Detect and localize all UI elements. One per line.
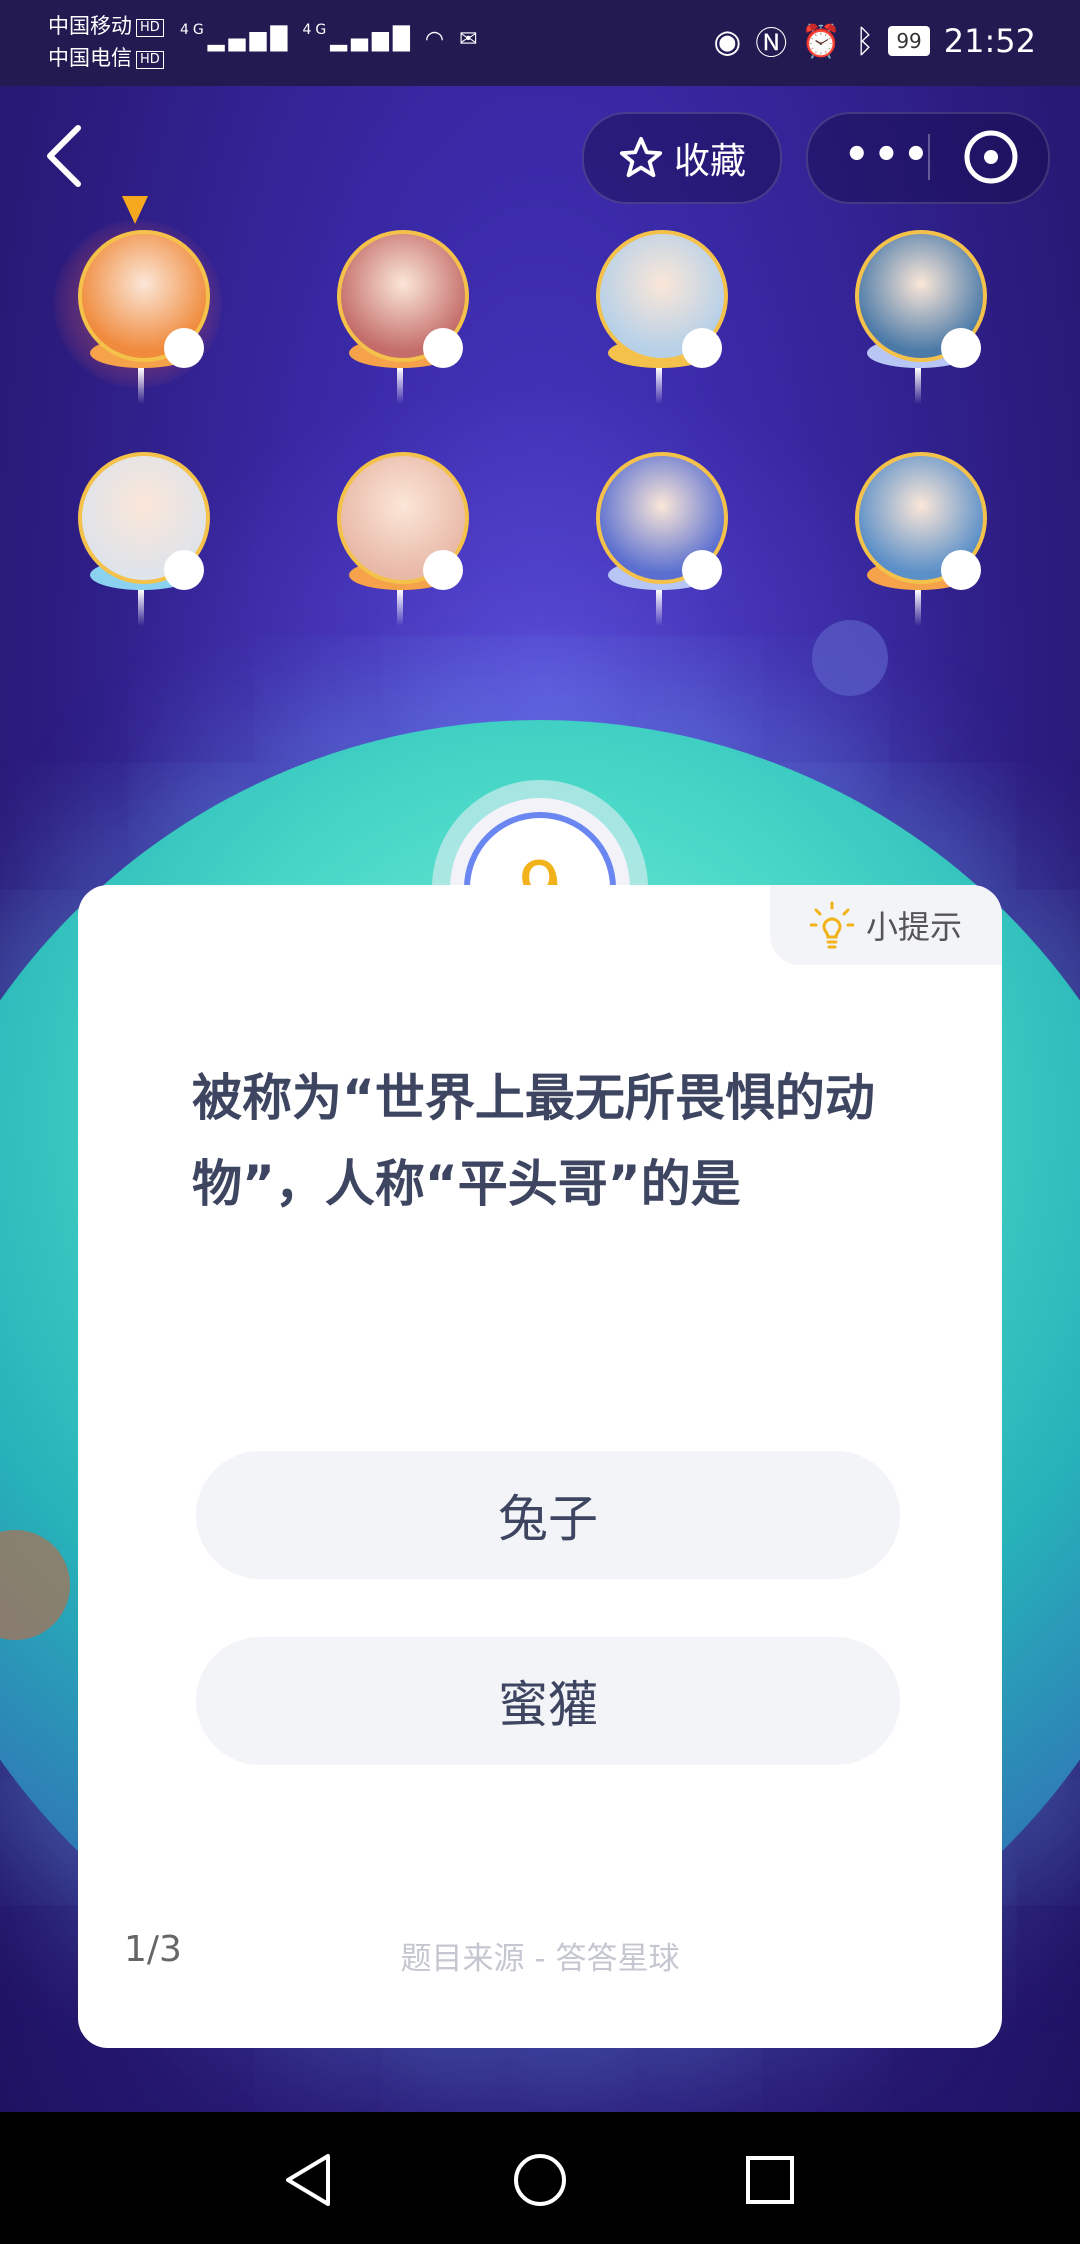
nav-back-button[interactable] [278,2148,342,2212]
close-mini-program-icon [964,130,1018,184]
avatar-pin [138,368,144,404]
nav-back-icon [286,2154,330,2206]
network-type: 4G [180,22,208,38]
answer-option-1[interactable]: 兔子 [196,1451,900,1579]
question-line: 被称为“世界上最无所畏惧的动 [192,1069,875,1127]
back-arrow-icon [47,125,81,187]
avatar-status-dot [941,550,981,590]
avatar-status-dot [682,550,722,590]
nav-home-button[interactable] [508,2148,572,2212]
question-card: 小提示 被称为“世界上最无所畏惧的动 物”，人称“平头哥”的是 兔子 蜜獾 1/… [78,885,1002,2048]
hint-label: 小提示 [865,908,962,946]
player-avatar[interactable] [845,452,987,632]
nav-home-icon [514,2154,566,2206]
favorite-button[interactable]: 收藏 [582,112,782,204]
player-avatar[interactable] [68,452,210,632]
close-mini-program-button[interactable] [958,124,1024,190]
alarm-icon: ⏰ [801,22,842,60]
avatar-pin [138,590,144,626]
avatar-pin [915,590,921,626]
signal-icons: 4G▂▄▆█ 4G▂▄▆█ ◠ ✉ [180,22,482,52]
player-avatar[interactable] [327,230,469,410]
question-source: 题目来源 - 答答星球 [400,1941,680,1977]
player-avatar[interactable] [327,452,469,632]
capsule-menu: ••• [806,112,1050,204]
wechat-icon: ✉ [459,27,482,52]
avatar-pin [397,590,403,626]
nfc-icon: Ⓝ [755,24,788,62]
carrier-name: 中国移动 [48,14,132,38]
avatar-status-dot [164,328,204,368]
avatar-status-dot [423,550,463,590]
answer-option-2[interactable]: 蜜獾 [196,1637,900,1765]
avatar-status-dot [423,328,463,368]
signal-icon: ▂▄▆█ [207,27,292,52]
avatar-pin [397,368,403,404]
hd-badge: HD [136,19,164,37]
battery-icon: 99 [888,26,930,56]
eye-icon: ◉ [713,22,742,60]
clock: 21:52 [943,22,1036,60]
wifi-icon: ◠ [424,27,449,52]
network-type: 4G [302,22,331,38]
status-right: ◉ Ⓝ ⏰ ᛒ 99 21:52 [713,18,1036,64]
player-avatar[interactable] [586,452,728,632]
status-bar: 中国移动 HD 中国电信 HD 4G▂▄▆█ 4G▂▄▆█ ◠ ✉ ◉ Ⓝ ⏰ ᛒ … [0,0,1080,86]
system-nav-bar [0,2112,1080,2244]
avatar-pin [656,590,662,626]
lightbulb-icon [809,901,854,949]
avatar-pin [915,368,921,404]
bluetooth-icon: ᛒ [855,22,875,60]
nav-recents-icon [746,2156,794,2204]
player-avatar[interactable] [68,230,210,410]
carrier-name: 中国电信 [48,46,132,70]
signal-icon: ▂▄▆█ [330,27,414,52]
capsule-divider [928,134,930,180]
star-icon [619,136,663,178]
nav-recents-button[interactable] [738,2148,802,2212]
more-dots-icon[interactable]: ••• [844,132,933,178]
favorite-label: 收藏 [673,141,746,182]
back-button[interactable] [40,120,96,192]
question-text: 被称为“世界上最无所畏惧的动 物”，人称“平头哥”的是 [192,1055,912,1227]
avatar-status-dot [941,328,981,368]
avatar-pin [656,368,662,404]
hint-button[interactable]: 小提示 [770,885,1002,965]
carrier-info: 中国移动 HD 中国电信 HD [48,10,164,74]
avatar-status-dot [682,328,722,368]
player-avatar[interactable] [586,230,728,410]
avatar-status-dot [164,550,204,590]
player-avatar[interactable] [845,230,987,410]
hd-badge: HD [136,51,164,69]
question-line: 物”，人称“平头哥”的是 [192,1155,741,1213]
